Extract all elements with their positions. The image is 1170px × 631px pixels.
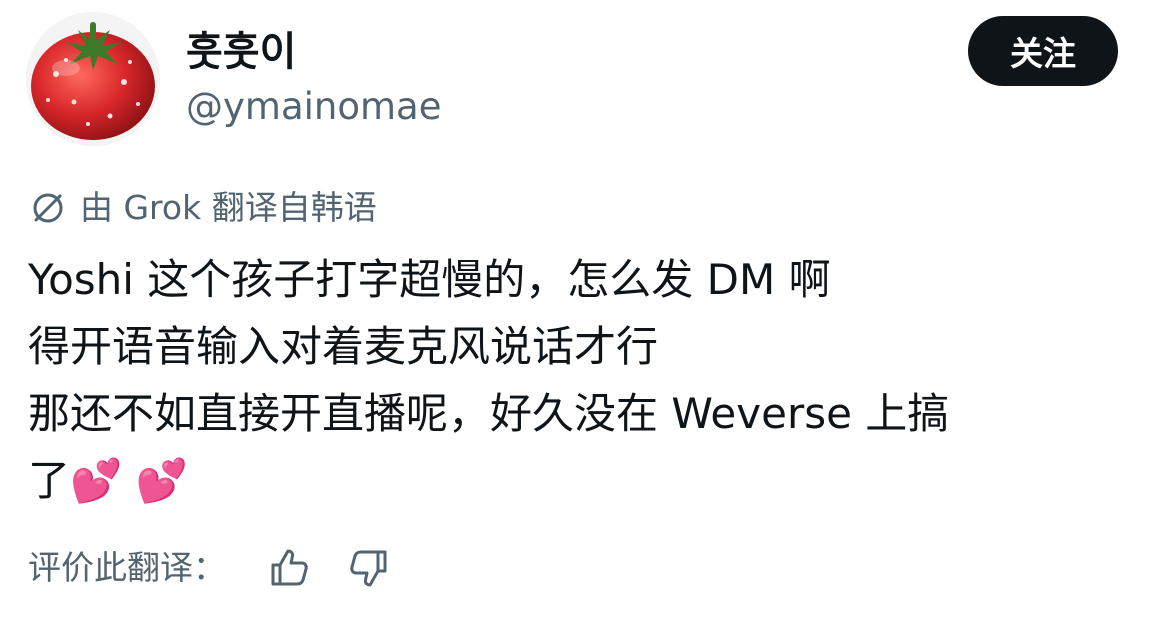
grok-icon [28,188,68,228]
tomato-avatar-icon [26,12,160,146]
tweet-line: Yoshi 这个孩子打字超慢的，怎么发 DM 啊 [28,255,831,304]
follow-button-label: 关注 [1010,34,1076,73]
rate-translation-row: 评价此翻译： [28,540,392,596]
tweet-line: 得开语音输入对着麦克风说话才行 [28,322,659,371]
rate-translation-label: 评价此翻译： [28,548,226,587]
tweet-text: Yoshi 这个孩子打字超慢的，怎么发 DM 啊 得开语音输入对着麦克风说话才行… [28,246,1138,514]
thumbs-down-icon[interactable] [346,545,392,591]
tweet-line: 了💕 💕 [28,456,188,505]
follow-button[interactable]: 关注 [968,16,1118,86]
translation-note-text: 由 Grok 翻译自韩语 [80,188,377,227]
avatar[interactable] [26,12,160,146]
author-handle[interactable]: @ymainomae [186,82,441,132]
author-display-name[interactable]: 훗훗이 [186,24,296,80]
tweet-line: 那还不如直接开直播呢，好久没在 Weverse 上搞 [28,389,950,438]
thumbs-up-icon[interactable] [266,545,312,591]
translation-note: 由 Grok 翻译自韩语 [28,184,377,232]
